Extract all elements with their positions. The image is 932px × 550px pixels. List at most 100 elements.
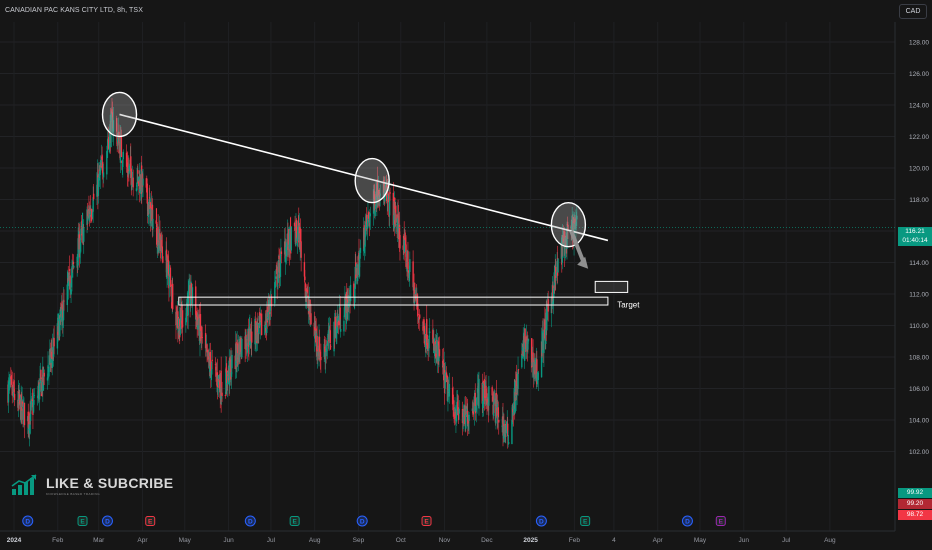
touch-point-circle[interactable] <box>550 201 587 248</box>
event-letter: D <box>25 519 30 526</box>
event-letter: E <box>424 519 429 526</box>
candle-body <box>507 441 510 445</box>
x-tick-label: May <box>694 537 707 544</box>
event-letter: E <box>292 519 297 526</box>
candle-body <box>132 177 134 188</box>
earnings-marker[interactable]: E <box>715 516 726 526</box>
candle-body <box>517 369 520 371</box>
candle-body <box>326 341 329 346</box>
candle-body <box>367 212 370 219</box>
x-tick-label: Nov <box>439 537 451 544</box>
candle-body <box>356 276 359 282</box>
y-tick-label: 104.00 <box>909 418 929 425</box>
touch-point-circle[interactable] <box>354 157 390 204</box>
candle-body <box>498 419 500 423</box>
event-letter: D <box>685 519 690 526</box>
candle-body <box>72 262 75 264</box>
candle <box>290 226 292 253</box>
x-tick-label: Jul <box>267 537 276 544</box>
candle-body <box>167 259 170 276</box>
y-tick-label: 118.00 <box>909 197 929 204</box>
event-letter: D <box>360 519 365 526</box>
x-tick-label: Sep <box>353 537 365 544</box>
candle-body <box>83 228 85 242</box>
x-tick-label: Jul <box>782 537 791 544</box>
earnings-marker[interactable]: E <box>580 516 591 526</box>
support-zone[interactable] <box>178 296 609 306</box>
dividend-marker[interactable]: D <box>356 515 368 527</box>
candle-body <box>417 313 419 315</box>
x-tick-label: May <box>179 537 192 544</box>
dividend-marker[interactable]: D <box>244 515 256 527</box>
candle-body <box>320 356 322 361</box>
x-tick-label: Aug <box>824 537 836 544</box>
candle-body <box>201 337 204 339</box>
x-tick-label: Apr <box>653 537 664 544</box>
y-tick-label: 126.00 <box>909 71 929 78</box>
candle-body <box>40 369 42 380</box>
target-box[interactable] <box>594 280 629 293</box>
candle-body <box>241 338 243 358</box>
x-tick-label: Feb <box>52 537 64 544</box>
current-price-value: 116.21 <box>905 228 925 235</box>
earnings-marker[interactable]: E <box>289 516 300 526</box>
candle <box>59 316 61 340</box>
candle-body <box>488 386 490 406</box>
candle-body <box>478 378 480 409</box>
candle-body <box>399 234 401 249</box>
earnings-marker[interactable]: E <box>145 516 156 526</box>
x-tick-label: Mar <box>93 537 105 544</box>
price-chart[interactable]: 128.00 126.00 124.00 122.00 120.00 118.00 116.… <box>0 0 932 550</box>
candle-body <box>162 256 164 263</box>
candle-body <box>221 392 223 396</box>
candle-body <box>419 314 421 319</box>
event-letter: E <box>583 519 588 526</box>
candle-body <box>43 372 45 377</box>
candle-body <box>33 399 35 405</box>
event-letter: D <box>248 519 253 526</box>
earnings-marker[interactable]: E <box>421 516 432 526</box>
candle-body <box>409 259 411 273</box>
x-tick-label: Dec <box>481 537 493 544</box>
candle-body <box>438 349 441 357</box>
event-letter: D <box>539 519 544 526</box>
watermark-subtitle: KNOWLEDGE BASED TRADING <box>46 491 100 496</box>
x-tick-label: Jun <box>739 537 750 544</box>
candle-body <box>537 372 539 381</box>
watermark-title: LIKE & SUBCRIBE <box>46 474 174 491</box>
candle-body <box>428 335 430 349</box>
candle-body <box>557 258 559 273</box>
x-tick-label: 2025 <box>523 537 538 544</box>
price-tag-2: 99.20 <box>898 499 932 509</box>
x-tick-label: Oct <box>396 537 406 544</box>
current-price-tag: 116.21 01:40:14 <box>898 227 932 246</box>
dividend-marker[interactable]: D <box>22 515 34 527</box>
y-tick-label: 102.00 <box>909 449 929 456</box>
event-letter: E <box>80 519 85 526</box>
candle-body <box>330 346 332 348</box>
earnings-marker[interactable]: E <box>77 516 88 526</box>
y-tick-label: 114.00 <box>909 260 929 267</box>
candle-body <box>181 310 184 328</box>
candle-body <box>73 266 75 268</box>
candle-body <box>329 330 332 344</box>
candle-body <box>10 375 12 381</box>
y-tick-label: 110.00 <box>909 323 929 330</box>
chart-labels: Target <box>617 300 640 309</box>
dividend-marker[interactable]: D <box>535 515 547 527</box>
candle-body <box>339 328 342 332</box>
touch-point-circle[interactable] <box>101 91 138 138</box>
event-letter: E <box>148 519 153 526</box>
candle-body <box>300 241 302 258</box>
dividend-marker[interactable]: D <box>101 515 113 527</box>
candle-body <box>211 359 213 361</box>
currency-button[interactable]: CAD <box>899 4 927 19</box>
dividend-marker[interactable]: D <box>681 515 693 527</box>
y-tick-label: 108.00 <box>909 355 929 362</box>
y-tick-label: 120.00 <box>909 166 929 173</box>
candle-body <box>53 338 55 347</box>
candle-body <box>224 395 227 396</box>
x-tick-label: Apr <box>137 537 148 544</box>
candle-body <box>137 170 139 174</box>
x-tick-label: 2024 <box>7 537 22 544</box>
